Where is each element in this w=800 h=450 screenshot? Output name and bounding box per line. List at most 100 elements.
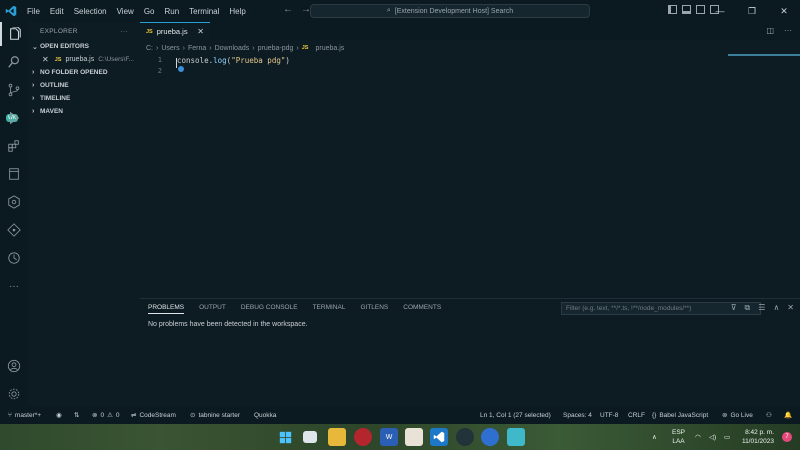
outline-label: OUTLINE: [40, 82, 69, 89]
copy-icon[interactable]: ⧉: [745, 303, 751, 313]
tab-prueba-js[interactable]: JS prueba.js ✕: [140, 22, 210, 40]
tab-terminal[interactable]: TERMINAL: [313, 304, 346, 314]
more-icon[interactable]: ···: [0, 274, 28, 298]
system-clock[interactable]: 8:42 p. m. 11/01/2023: [742, 428, 774, 446]
problems-status[interactable]: ⊗ 0 ⚠ 0: [92, 406, 120, 424]
outline-section[interactable]: › OUTLINE: [28, 79, 140, 92]
live-share-icon[interactable]: ◉: [56, 406, 62, 424]
file-explorer-icon[interactable]: [328, 428, 346, 446]
menu-go[interactable]: Go: [139, 7, 160, 16]
code-line[interactable]: console.log("Prueba pdg"): [177, 56, 290, 65]
tray-overflow-icon[interactable]: ∧: [652, 424, 657, 450]
image-app-icon[interactable]: [405, 428, 423, 446]
menu-edit[interactable]: Edit: [45, 7, 69, 16]
chevron-down-icon: ⌄: [32, 43, 38, 51]
tab-comments[interactable]: COMMENTS: [403, 304, 441, 314]
lightbulb-icon[interactable]: [178, 66, 184, 72]
extensions-icon[interactable]: [0, 134, 28, 158]
minimap[interactable]: [728, 54, 800, 56]
more-actions-icon[interactable]: ···: [121, 28, 128, 35]
quokka-status[interactable]: Quokka: [254, 406, 276, 424]
account-status-icon[interactable]: ⚇: [766, 406, 772, 424]
branch-status[interactable]: ⑂ master*+: [8, 406, 41, 424]
encoding[interactable]: UTF-8: [600, 406, 618, 424]
chevron-right-icon: ›: [32, 82, 35, 89]
breadcrumb-item[interactable]: Downloads: [215, 45, 250, 52]
notebook-icon[interactable]: [0, 162, 28, 186]
back-arrow-icon[interactable]: ←: [283, 4, 293, 15]
open-editors-section[interactable]: ⌄ OPEN EDITORS: [28, 40, 140, 53]
explorer-icon[interactable]: [0, 22, 28, 46]
tab-gitlens[interactable]: GITLENS: [360, 304, 388, 314]
menu-view[interactable]: View: [112, 7, 139, 16]
explorer-title: EXPLORER: [40, 27, 78, 35]
search-icon[interactable]: [0, 50, 28, 74]
language-mode[interactable]: {} Babel JavaScript: [652, 406, 708, 424]
filter-icon[interactable]: ⊽: [731, 303, 737, 313]
toggle-sidebar-icon[interactable]: [668, 5, 677, 14]
end-of-line[interactable]: CRLF: [628, 406, 645, 424]
toggle-panel-icon[interactable]: [682, 5, 691, 14]
source-control-icon[interactable]: [0, 78, 28, 102]
explorer-sidebar: EXPLORER ··· ⌄ OPEN EDITORS ✕ JS prueba.…: [28, 22, 140, 406]
explorer-header: EXPLORER ···: [28, 22, 140, 40]
github-desktop-icon[interactable]: [456, 428, 474, 446]
command-center-search[interactable]: ⌕ [Extension Development Host] Search: [310, 4, 590, 18]
breadcrumb-item[interactable]: prueba-pdg: [258, 45, 294, 52]
tabnine-status[interactable]: ⊙ tabnine starter: [190, 406, 240, 424]
menu-file[interactable]: File: [22, 7, 45, 16]
vscode-taskbar-icon[interactable]: [430, 428, 448, 446]
restore-icon[interactable]: ❐: [736, 0, 768, 22]
breadcrumb-item[interactable]: prueba.js: [315, 45, 344, 52]
tab-output[interactable]: OUTPUT: [199, 304, 226, 314]
close-window-icon[interactable]: ✕: [768, 0, 800, 22]
notifications-bell-icon[interactable]: 🔔: [784, 406, 792, 424]
notification-badge[interactable]: 7: [782, 432, 792, 442]
indentation[interactable]: Spaces: 4: [563, 406, 592, 424]
go-live-button[interactable]: ⊚ Go Live: [722, 406, 753, 424]
remote-icon[interactable]: [0, 218, 28, 242]
timer-icon[interactable]: [0, 246, 28, 270]
open-editor-item[interactable]: ✕ JS prueba.js C:\Users\F...: [28, 53, 140, 66]
menu-help[interactable]: Help: [224, 7, 250, 16]
editor-actions: ◫ ···: [766, 26, 792, 35]
timeline-section[interactable]: › TIMELINE: [28, 92, 140, 105]
cursor-position[interactable]: Ln 1, Col 1 (27 selected): [480, 406, 551, 424]
list-view-icon[interactable]: ☰: [758, 303, 765, 313]
calculator-app-icon[interactable]: [507, 428, 525, 446]
sync-icon[interactable]: ⇅: [74, 406, 79, 424]
no-folder-section[interactable]: › NO FOLDER OPENED: [28, 66, 140, 79]
split-editor-icon[interactable]: ◫: [766, 26, 774, 35]
battery-icon[interactable]: ▭: [724, 424, 730, 450]
task-view-icon[interactable]: [303, 431, 317, 443]
close-panel-icon[interactable]: ✕: [787, 303, 794, 313]
wifi-icon[interactable]: ◠: [695, 424, 701, 450]
tab-debug-console[interactable]: DEBUG CONSOLE: [241, 304, 298, 314]
account-icon[interactable]: [0, 354, 28, 378]
volume-icon[interactable]: ◁): [709, 424, 716, 450]
minimize-icon[interactable]: —: [704, 0, 736, 22]
tab-problems[interactable]: PROBLEMS: [148, 304, 185, 314]
opera-browser-icon[interactable]: [354, 428, 372, 446]
menu-selection[interactable]: Selection: [69, 7, 112, 16]
settings-gear-icon[interactable]: [0, 382, 28, 406]
codestream-status[interactable]: ⇌ CodeStream: [131, 406, 176, 424]
input-language[interactable]: ESP LAA: [672, 428, 685, 446]
close-editor-icon[interactable]: ✕: [42, 55, 49, 64]
code-editor[interactable]: 1 2 console.log("Prueba pdg"): [140, 54, 800, 296]
run-debug-icon[interactable]: [0, 106, 28, 130]
breadcrumb-item[interactable]: Ferna: [188, 45, 206, 52]
firefox-icon[interactable]: [481, 428, 499, 446]
close-tab-icon[interactable]: ✕: [197, 27, 204, 36]
breadcrumb-item[interactable]: Users: [161, 45, 179, 52]
breadcrumb-item[interactable]: C:: [146, 45, 153, 52]
windows-start-icon[interactable]: [276, 428, 294, 446]
more-actions-icon[interactable]: ···: [784, 26, 792, 35]
word-icon[interactable]: W: [380, 428, 398, 446]
menu-terminal[interactable]: Terminal: [184, 7, 224, 16]
menu-run[interactable]: Run: [159, 7, 184, 16]
maven-section[interactable]: › MAVEN: [28, 105, 140, 118]
maximize-panel-icon[interactable]: ∧: [773, 303, 779, 313]
gitlens-icon[interactable]: [0, 190, 28, 214]
navigation-arrows: ← →: [283, 4, 311, 15]
